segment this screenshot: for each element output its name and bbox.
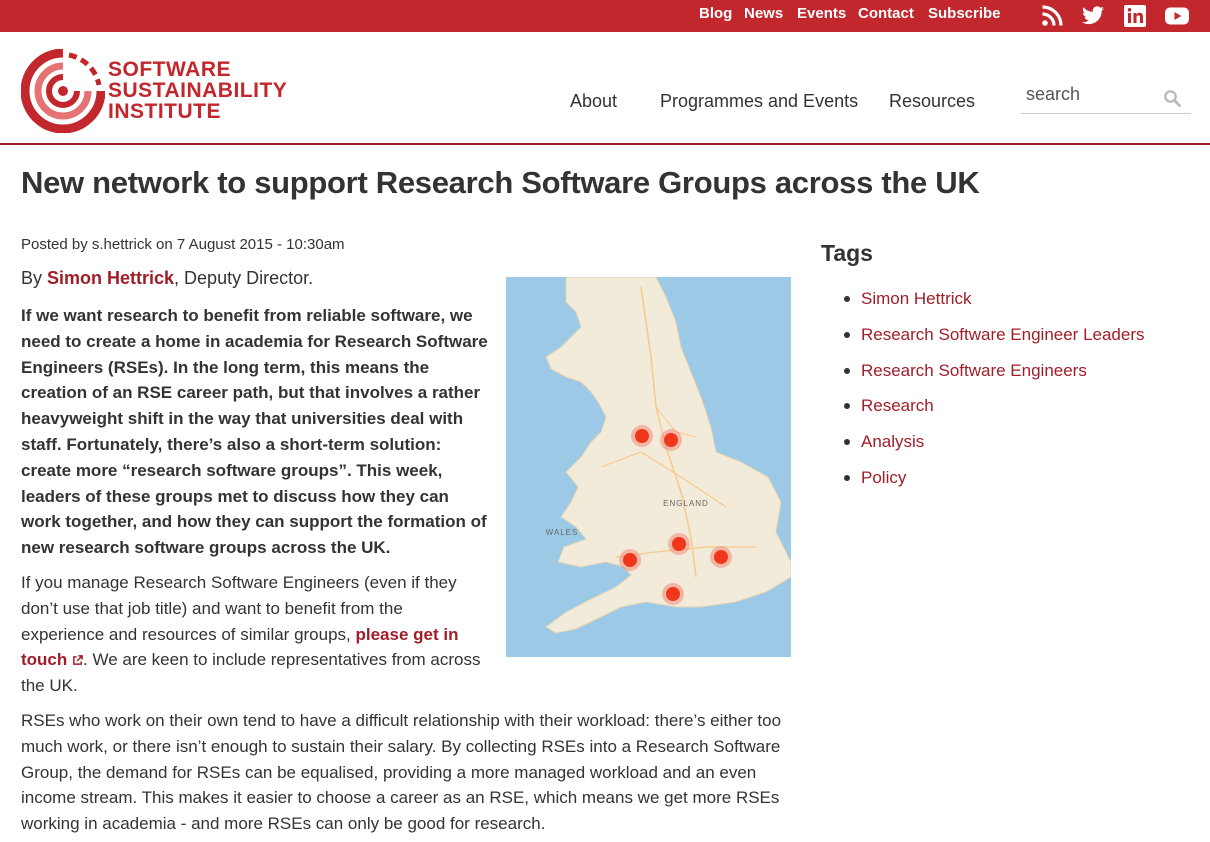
rss-icon[interactable] [1039, 3, 1065, 29]
nav-resources[interactable]: Resources [889, 91, 975, 112]
topbar-link-news[interactable]: News [744, 5, 783, 22]
byline-suffix: , Deputy Director. [174, 268, 314, 288]
list-item: Research Software Engineers [844, 359, 1145, 395]
site-logo-text[interactable]: SOFTWARE SUSTAINABILITY INSTITUTE [108, 59, 287, 122]
youtube-icon[interactable] [1164, 3, 1190, 29]
list-item: Research [844, 394, 1145, 430]
map-marker[interactable] [631, 425, 653, 447]
logo-line-2: SUSTAINABILITY [108, 79, 288, 102]
article-lead: If we want research to benefit from reli… [21, 306, 488, 558]
post-meta: Posted by s.hettrick on 7 August 2015 - … [21, 236, 345, 253]
topbar-link-contact[interactable]: Contact [858, 5, 914, 22]
map-marker[interactable] [619, 549, 641, 571]
page-title: New network to support Research Software… [21, 165, 980, 200]
nav-about[interactable]: About [570, 91, 617, 112]
top-bar: Blog News Events Contact Subscribe [0, 0, 1210, 32]
tag-link[interactable]: Policy [861, 468, 906, 487]
map-marker[interactable] [662, 583, 684, 605]
topbar-link-subscribe[interactable]: Subscribe [928, 5, 1001, 22]
tags-list: Simon Hettrick Research Software Enginee… [844, 287, 1145, 502]
map-marker[interactable] [710, 546, 732, 568]
list-item: Policy [844, 466, 1145, 502]
uk-research-groups-map: ENGLAND WALES [506, 277, 791, 657]
tag-link[interactable]: Simon Hettrick [861, 289, 972, 308]
nav-programmes-and-events[interactable]: Programmes and Events [660, 91, 858, 112]
tags-heading: Tags [821, 240, 873, 266]
byline-prefix: By [21, 268, 48, 288]
map-label-england: ENGLAND [663, 499, 709, 508]
author-link[interactable]: Simon Hettrick [47, 268, 174, 288]
map-label-wales: WALES [546, 528, 579, 537]
search-icon[interactable] [1163, 89, 1181, 107]
tag-link[interactable]: Analysis [861, 432, 924, 451]
search-input[interactable] [1026, 84, 1156, 105]
topbar-link-events[interactable]: Events [797, 5, 846, 22]
topbar-link-blog[interactable]: Blog [699, 5, 732, 22]
byline: By Simon Hettrick, Deputy Director. [21, 268, 313, 289]
external-link-icon [73, 655, 83, 666]
tag-link[interactable]: Research Software Engineers [861, 361, 1087, 380]
map-marker[interactable] [668, 533, 690, 555]
article-paragraph-3: RSEs who work on their own tend to have … [21, 711, 782, 834]
list-item: Research Software Engineer Leaders [844, 323, 1145, 359]
map-marker[interactable] [660, 429, 682, 451]
list-item: Simon Hettrick [844, 287, 1145, 323]
linkedin-icon[interactable] [1122, 3, 1148, 29]
site-header: SOFTWARE SUSTAINABILITY INSTITUTE About … [0, 32, 1210, 145]
logo-line-3: INSTITUTE [108, 100, 221, 123]
list-item: Analysis [844, 430, 1145, 466]
logo-line-1: SOFTWARE [108, 58, 231, 81]
para2-text-after: . We are keen to include representatives… [21, 650, 481, 696]
tag-link[interactable]: Research [861, 396, 934, 415]
ssi-logo-icon[interactable] [21, 49, 105, 133]
article-paragraph-2: If you manage Research Software Engineer… [21, 570, 481, 699]
search-box [1021, 81, 1191, 114]
twitter-icon[interactable] [1080, 3, 1106, 29]
tag-link[interactable]: Research Software Engineer Leaders [861, 325, 1145, 344]
